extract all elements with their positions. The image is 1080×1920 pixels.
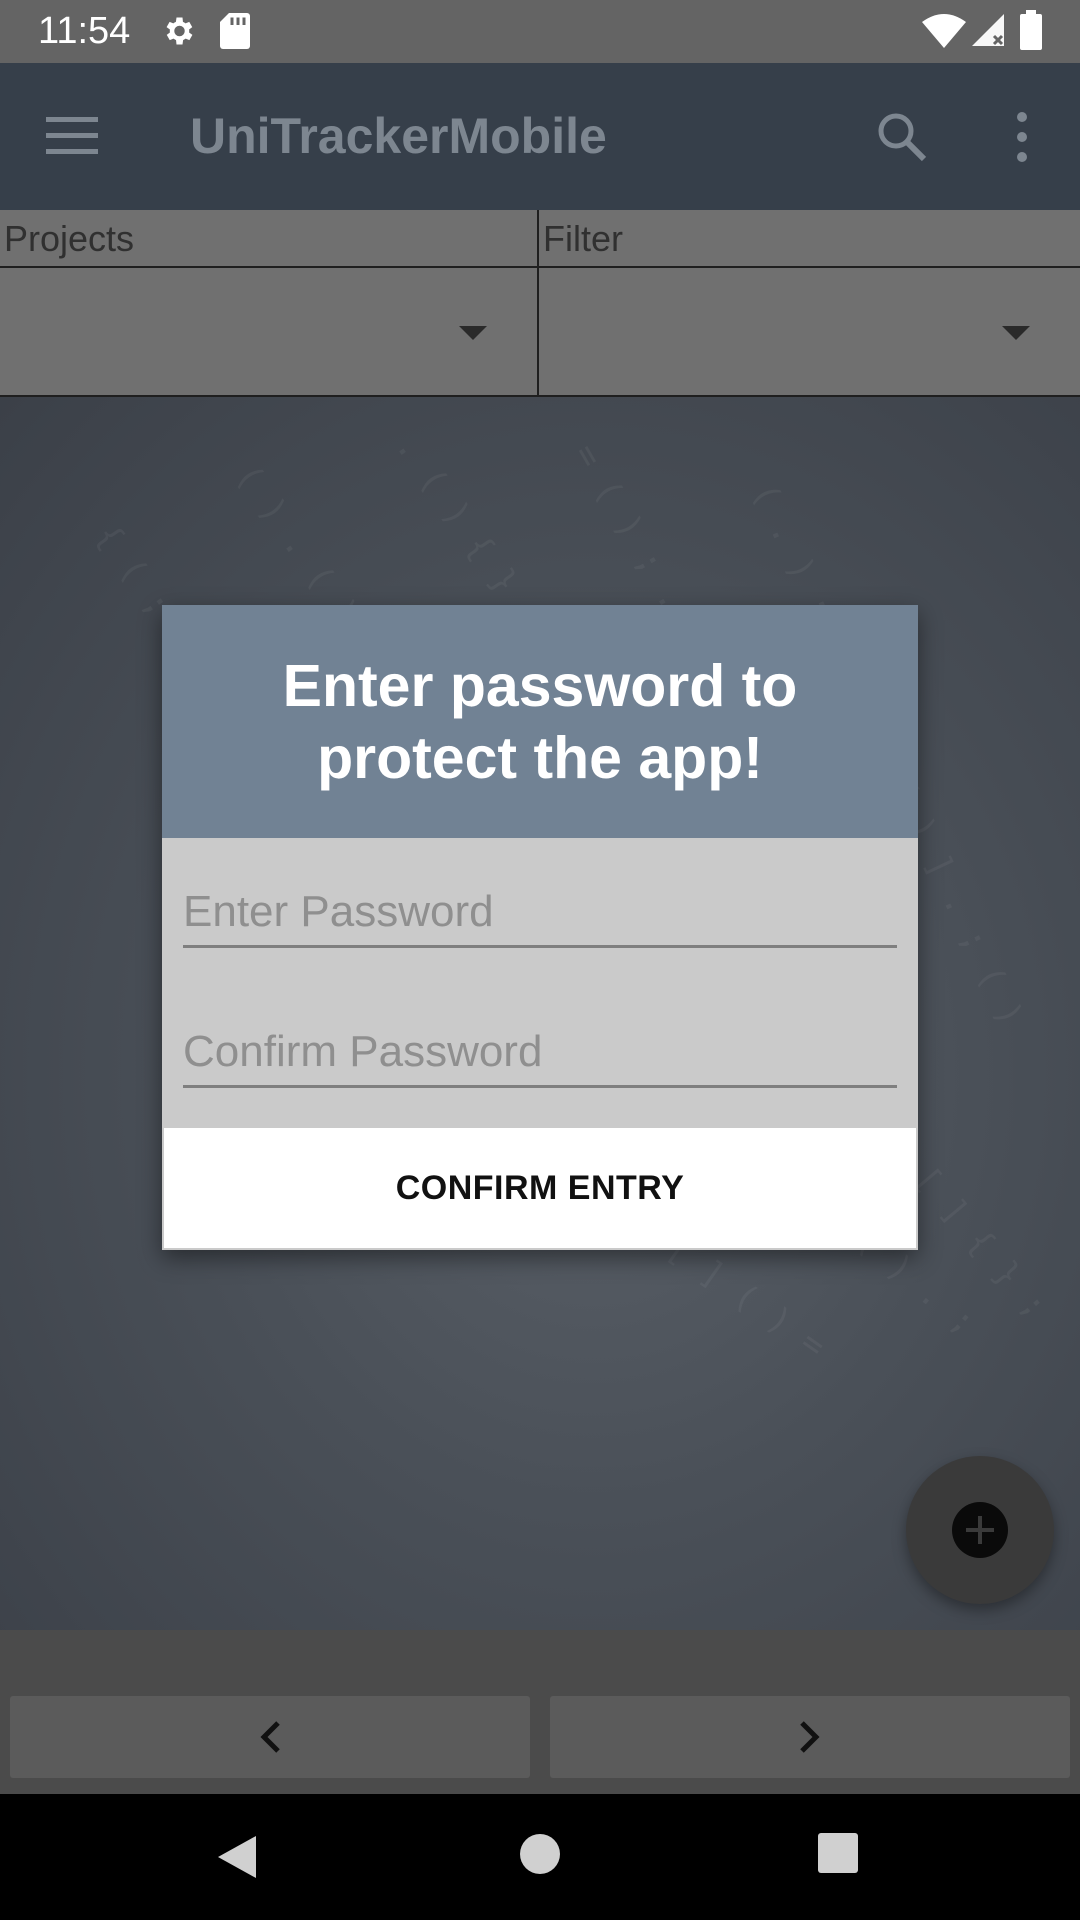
add-fab-button[interactable] — [906, 1456, 1054, 1604]
back-icon[interactable] — [216, 1834, 258, 1880]
previous-page-button[interactable] — [10, 1696, 530, 1778]
confirm-password-input[interactable] — [183, 1018, 897, 1088]
recents-icon[interactable] — [817, 1832, 859, 1874]
menu-icon[interactable] — [46, 115, 98, 155]
system-nav-bar — [0, 1794, 1080, 1920]
battery-icon — [1020, 10, 1042, 50]
app-bar: UniTrackerMobile — [0, 63, 1080, 210]
password-dialog: Enter password to protect the app! CONFI… — [162, 605, 918, 1250]
dialog-footer: CONFIRM ENTRY — [162, 1126, 918, 1250]
search-icon[interactable] — [876, 111, 928, 163]
next-page-button[interactable] — [550, 1696, 1070, 1778]
projects-spinner[interactable] — [0, 266, 537, 395]
filter-spinner[interactable] — [539, 266, 1080, 395]
spinner-row: Projects Filter — [0, 210, 1080, 397]
dialog-body — [162, 838, 918, 1126]
chevron-left-icon — [260, 1721, 280, 1753]
filter-label: Filter — [543, 218, 623, 259]
status-time: 11:54 — [38, 10, 131, 52]
add-circle-icon — [952, 1502, 1008, 1558]
status-bar: 11:54 — [0, 0, 1080, 63]
confirm-entry-button[interactable]: CONFIRM ENTRY — [390, 1168, 691, 1209]
enter-password-input[interactable] — [183, 878, 897, 948]
app-title: UniTrackerMobile — [190, 108, 607, 164]
chevron-right-icon — [800, 1721, 820, 1753]
dropdown-arrow-icon — [459, 326, 487, 340]
home-icon[interactable] — [518, 1832, 562, 1876]
dropdown-arrow-icon — [1002, 326, 1030, 340]
wifi-icon — [922, 14, 966, 48]
more-vert-icon[interactable] — [1012, 111, 1032, 163]
screen: 11:54 UniTrackerMobile Projects Filter {… — [0, 0, 1080, 1920]
cell-signal-icon — [972, 14, 1004, 46]
sd-card-icon — [220, 13, 250, 49]
dialog-header: Enter password to protect the app! — [162, 605, 918, 838]
projects-label: Projects — [4, 218, 135, 259]
projects-spinner-group: Projects — [0, 210, 539, 397]
settings-icon — [166, 17, 193, 45]
pager-bar — [0, 1630, 1080, 1794]
dialog-title: Enter password to protect the app! — [282, 652, 798, 791]
filter-spinner-group: Filter — [539, 210, 1080, 397]
